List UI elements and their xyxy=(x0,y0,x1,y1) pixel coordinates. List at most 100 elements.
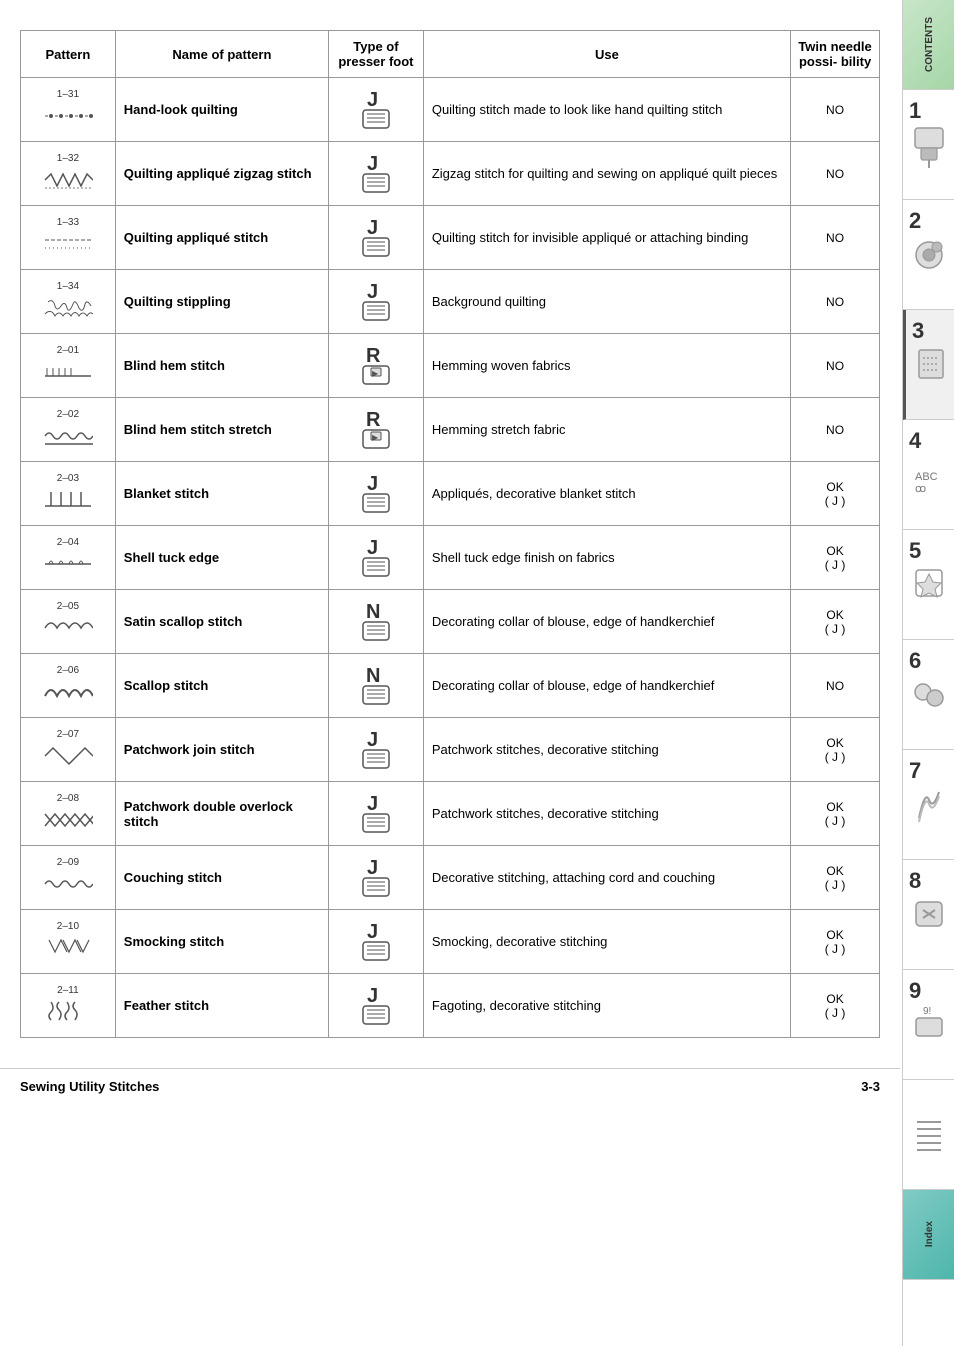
presser-foot-cell: J xyxy=(329,910,424,974)
svg-text:J: J xyxy=(367,857,378,879)
presser-foot-cell: R ▶ xyxy=(329,398,424,462)
table-row: 2–01 Blind hem stitch R ▶ Hemming woven … xyxy=(21,334,880,398)
use-description: Hemming stretch fabric xyxy=(423,398,790,462)
pattern-number: 2–02 xyxy=(57,409,79,420)
pattern-cell: 2–11 xyxy=(21,974,116,1038)
sidebar-tab-4[interactable]: 4 ABC ꝏ xyxy=(903,420,954,530)
stitch-table: Pattern Name of pattern Type of presser … xyxy=(20,30,880,1038)
presser-foot-cell: J xyxy=(329,974,424,1038)
use-description: Shell tuck edge finish on fabrics xyxy=(423,526,790,590)
twin-needle: OK ( J ) xyxy=(791,718,880,782)
tab5-icon xyxy=(911,560,947,610)
pattern-number: 2–03 xyxy=(57,473,79,484)
sidebar-tab-contents[interactable]: CONTENTS xyxy=(903,0,954,90)
sidebar-tab-3[interactable]: 3 xyxy=(903,310,954,420)
sidebar-tab-5[interactable]: 5 xyxy=(903,530,954,640)
svg-text:J: J xyxy=(367,921,378,943)
svg-text:9!: 9! xyxy=(923,1006,931,1017)
twin-needle: NO xyxy=(791,78,880,142)
svg-text:R: R xyxy=(366,345,381,367)
svg-text:J: J xyxy=(367,537,378,559)
tab6-icon xyxy=(911,670,947,720)
pattern-cell: 2–01 xyxy=(21,334,116,398)
use-description: Decorating collar of blouse, edge of han… xyxy=(423,590,790,654)
sidebar-tab-7[interactable]: 7 xyxy=(903,750,954,860)
pattern-cell: 1–34 xyxy=(21,270,116,334)
svg-text:J: J xyxy=(367,793,378,815)
twin-needle: OK ( J ) xyxy=(791,462,880,526)
use-description: Smocking, decorative stitching xyxy=(423,910,790,974)
presser-foot-cell: J xyxy=(329,142,424,206)
pattern-number: 2–08 xyxy=(57,793,79,804)
tab10-icon xyxy=(911,1110,947,1160)
tab8-icon xyxy=(911,890,947,940)
table-row: 2–02 Blind hem stitch stretch R ▶ Hemmin… xyxy=(21,398,880,462)
header-pattern: Pattern xyxy=(21,31,116,78)
presser-foot-cell: N xyxy=(329,590,424,654)
use-description: Decorating collar of blouse, edge of han… xyxy=(423,654,790,718)
tab9-icon: 9! xyxy=(911,1000,947,1050)
sidebar-tab-10[interactable] xyxy=(903,1080,954,1190)
svg-text:N: N xyxy=(366,601,380,623)
twin-needle: NO xyxy=(791,334,880,398)
sidebar-tab-index[interactable]: Index xyxy=(903,1190,954,1280)
presser-foot-cell: J xyxy=(329,270,424,334)
presser-foot-cell: J xyxy=(329,78,424,142)
table-row: 2–04 Shell tuck edge J Shell tuck edge f… xyxy=(21,526,880,590)
tab4-number: 4 xyxy=(909,428,921,454)
pattern-number: 2–04 xyxy=(57,537,79,548)
table-row: 2–03 Blanket stitch J Appliqués, decorat… xyxy=(21,462,880,526)
twin-needle: NO xyxy=(791,398,880,462)
contents-label: CONTENTS xyxy=(924,17,935,72)
svg-text:J: J xyxy=(367,153,378,175)
twin-needle: OK ( J ) xyxy=(791,590,880,654)
stitch-name: Couching stitch xyxy=(115,846,328,910)
svg-text:ꝏ: ꝏ xyxy=(915,483,926,495)
use-description: Patchwork stitches, decorative stitching xyxy=(423,782,790,846)
pattern-number: 1–33 xyxy=(57,217,79,228)
pattern-cell: 2–07 xyxy=(21,718,116,782)
footer-page: 3-3 xyxy=(861,1079,880,1094)
footer: Sewing Utility Stitches 3-3 xyxy=(0,1068,900,1104)
pattern-cell: 2–10 xyxy=(21,910,116,974)
twin-needle: NO xyxy=(791,270,880,334)
table-row: 1–34 Quilting stippling J Background qui… xyxy=(21,270,880,334)
use-description: Zigzag stitch for quilting and sewing on… xyxy=(423,142,790,206)
svg-text:R: R xyxy=(366,409,381,431)
svg-text:N: N xyxy=(366,665,380,687)
presser-foot-cell: R ▶ xyxy=(329,334,424,398)
footer-title: Sewing Utility Stitches xyxy=(20,1079,159,1094)
twin-needle: OK ( J ) xyxy=(791,526,880,590)
pattern-cell: 2–04 xyxy=(21,526,116,590)
sidebar-tab-8[interactable]: 8 xyxy=(903,860,954,970)
pattern-cell: 2–02 xyxy=(21,398,116,462)
presser-foot-cell: J xyxy=(329,718,424,782)
table-row: 1–31 Hand-look quilting J Quilting stitc… xyxy=(21,78,880,142)
svg-text:J: J xyxy=(367,281,378,303)
table-row: 1–32 Quilting appliqué zigzag stitch J Z… xyxy=(21,142,880,206)
pattern-cell: 2–09 xyxy=(21,846,116,910)
svg-text:J: J xyxy=(367,217,378,239)
svg-text:ABC: ABC xyxy=(915,471,938,483)
main-content: Pattern Name of pattern Type of presser … xyxy=(0,0,900,1058)
use-description: Appliqués, decorative blanket stitch xyxy=(423,462,790,526)
sidebar-tab-1[interactable]: 1 xyxy=(903,90,954,200)
sidebar-tab-9[interactable]: 9 9! xyxy=(903,970,954,1080)
stitch-name: Blind hem stitch xyxy=(115,334,328,398)
tab2-number: 2 xyxy=(909,208,921,234)
twin-needle: NO xyxy=(791,142,880,206)
presser-foot-cell: J xyxy=(329,846,424,910)
twin-needle: OK ( J ) xyxy=(791,846,880,910)
tab6-number: 6 xyxy=(909,648,921,674)
use-description: Quilting stitch made to look like hand q… xyxy=(423,78,790,142)
sidebar-tab-6[interactable]: 6 xyxy=(903,640,954,750)
tab7-number: 7 xyxy=(909,758,921,784)
pattern-cell: 1–31 xyxy=(21,78,116,142)
stitch-name: Smocking stitch xyxy=(115,910,328,974)
sidebar-tab-2[interactable]: 2 xyxy=(903,200,954,310)
twin-needle: OK ( J ) xyxy=(791,910,880,974)
header-name: Name of pattern xyxy=(115,31,328,78)
header-type: Type of presser foot xyxy=(329,31,424,78)
tab4-icon: ABC ꝏ xyxy=(911,450,947,500)
index-label: Index xyxy=(924,1221,935,1247)
